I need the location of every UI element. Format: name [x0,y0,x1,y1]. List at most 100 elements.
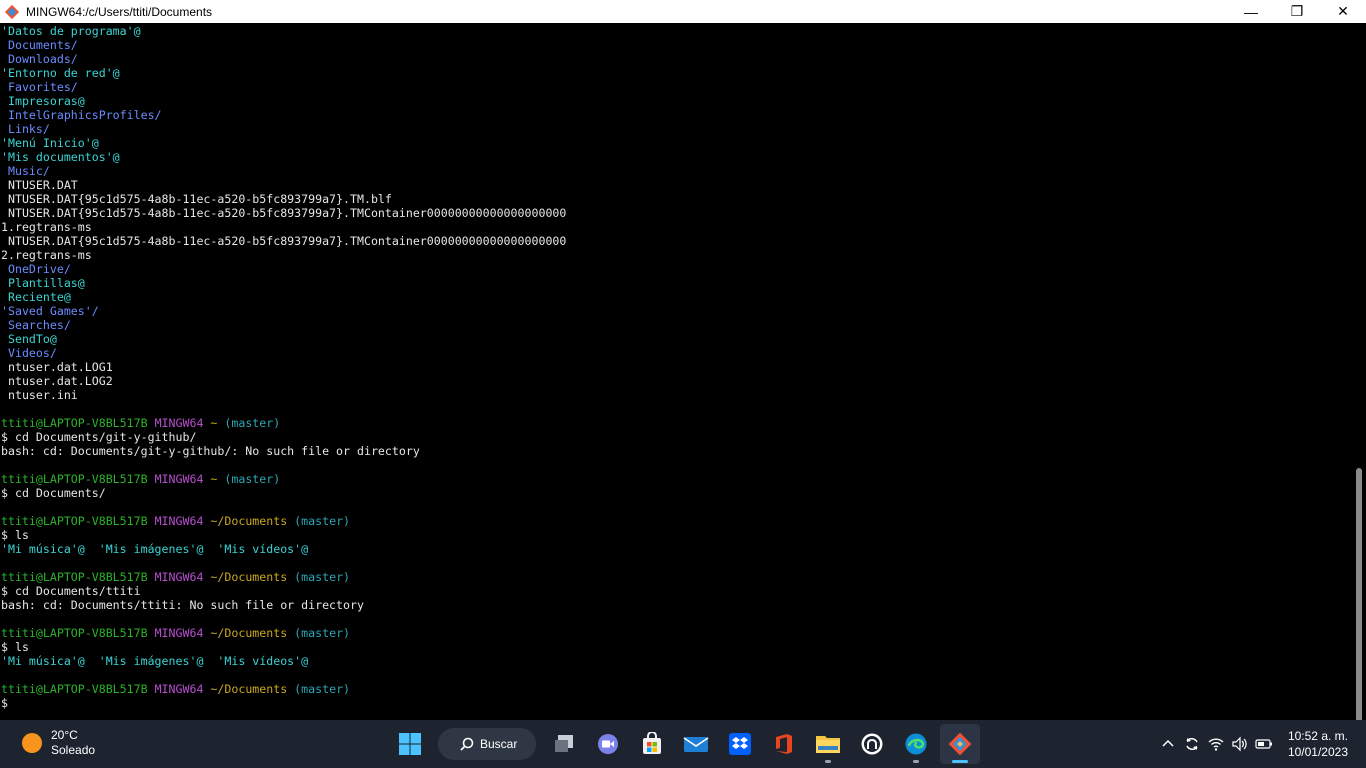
restore-icon: ❐ [1290,3,1304,19]
terminal-text-dir: OneDrive/ [1,262,71,276]
running-indicator [825,760,831,763]
terminal-output: 'Datos de programa'@ Documents/ Download… [1,24,566,710]
search-box[interactable]: Buscar [438,728,536,760]
terminal-area[interactable]: 'Datos de programa'@ Documents/ Download… [0,23,1366,720]
teams-chat-button[interactable] [588,724,628,764]
terminal-text-user: ttiti@LAPTOP-V8BL517B [1,682,148,696]
terminal-text-user: ttiti@LAPTOP-V8BL517B [1,416,148,430]
terminal-text-branch: (master) [287,626,351,640]
terminal-text-plain: ntuser.ini [1,388,78,402]
terminal-line: ttiti@LAPTOP-V8BL517B MINGW64 ~/Document… [1,570,566,584]
chevron-up-icon [1162,739,1174,747]
scrollbar-thumb[interactable] [1356,468,1362,726]
sun-icon [22,733,42,753]
office-button[interactable] [764,724,804,764]
terminal-text-path: ~ [203,472,218,486]
terminal-line: 'Mi música'@ 'Mis imágenes'@ 'Mis vídeos… [1,654,566,668]
terminal-text-plain: 1.regtrans-ms [1,220,92,234]
sync-tray-button[interactable] [1180,732,1204,756]
terminal-line: bash: cd: Documents/git-y-github/: No su… [1,444,566,458]
terminal-line: Favorites/ [1,80,566,94]
terminal-line: Links/ [1,122,566,136]
battery-icon [1255,739,1272,749]
edge-button[interactable] [896,724,936,764]
terminal-text-plain: $ ls [1,528,29,542]
terminal-text-plain: ntuser.dat.LOG2 [1,374,113,388]
terminal-text-link: 'Entorno de red'@ [1,66,120,80]
terminal-text-link: 'Mis documentos'@ [1,150,120,164]
terminal-line: $ ls [1,640,566,654]
weather-condition: Soleado [51,743,96,757]
minimize-button[interactable]: — [1228,0,1274,23]
office-icon [776,734,792,754]
terminal-scrollbar[interactable] [1352,23,1366,726]
git-bash-app-icon [4,4,20,19]
terminal-line: ntuser.ini [1,388,566,402]
weather-widget[interactable]: 20°C Soleado [22,728,95,758]
terminal-text-path: ~/Documents [203,514,288,528]
maximize-button[interactable]: ❐ [1274,0,1320,23]
terminal-line: Documents/ [1,38,566,52]
terminal-line: $ cd Documents/ttiti [1,584,566,598]
terminal-text-host: MINGW64 [147,570,204,584]
terminal-text-link: 'Mi música'@ 'Mis imágenes'@ 'Mis vídeos… [1,654,309,668]
terminal-line: Reciente@ [1,290,566,304]
wifi-button[interactable] [1204,732,1228,756]
running-indicator [913,760,919,763]
terminal-line: NTUSER.DAT [1,178,566,192]
terminal-line: ttiti@LAPTOP-V8BL517B MINGW64 ~ (master) [1,472,566,486]
store-button[interactable] [632,724,672,764]
git-icon [948,732,972,756]
folder-icon [816,736,840,753]
terminal-line: IntelGraphicsProfiles/ [1,108,566,122]
terminal-text-dir: IntelGraphicsProfiles/ [1,108,162,122]
windows-logo-icon [399,733,421,755]
start-button[interactable] [390,724,430,764]
task-view-button[interactable] [544,724,584,764]
terminal-line: $ cd Documents/ [1,486,566,500]
taskbar: 20°C Soleado Buscar 10:52 a. m. 10/01/20… [0,720,1366,768]
battery-button[interactable] [1252,732,1276,756]
terminal-line: $ [1,696,566,710]
terminal-text-dir: Music/ [1,164,50,178]
github-desktop-button[interactable] [852,724,892,764]
terminal-text-plain: bash: cd: Documents/ttiti: No such file … [1,598,364,612]
git-bash-button[interactable] [940,724,980,764]
terminal-text-link: 'Menú Inicio'@ [1,136,99,150]
dropbox-button[interactable] [720,724,760,764]
title-bar[interactable]: MINGW64:/c/Users/ttiti/Documents — ❐ ✕ [0,0,1366,23]
terminal-text-dir: Documents/ [1,38,78,52]
terminal-text-plain: 2.regtrans-ms [1,248,92,262]
show-hidden-icons-button[interactable] [1156,732,1180,756]
terminal-text-link: 'Datos de programa'@ [1,24,141,38]
terminal-text-plain: $ [1,696,8,710]
terminal-line: 2.regtrans-ms [1,248,566,262]
clock-time: 10:52 a. m. [1287,729,1348,743]
terminal-line: NTUSER.DAT{95c1d575-4a8b-11ec-a520-b5fc8… [1,234,566,248]
github-icon [861,733,883,755]
volume-button[interactable] [1228,732,1252,756]
terminal-line: 'Menú Inicio'@ [1,136,566,150]
terminal-text-dir: Videos/ [1,346,57,360]
terminal-text-user: ttiti@LAPTOP-V8BL517B [1,626,148,640]
terminal-line: $ cd Documents/git-y-github/ [1,430,566,444]
system-clock[interactable]: 10:52 a. m. 10/01/2023 [1288,728,1348,760]
terminal-text-plain: NTUSER.DAT [1,178,78,192]
search-icon [460,737,474,751]
terminal-text-dir: Searches/ [1,318,71,332]
terminal-line: Videos/ [1,346,566,360]
terminal-text-link: Plantillas@ [1,276,85,290]
terminal-line: ttiti@LAPTOP-V8BL517B MINGW64 ~/Document… [1,626,566,640]
dropbox-icon [729,733,751,755]
terminal-text-path: ~/Documents [203,570,288,584]
terminal-text-host: MINGW64 [147,514,204,528]
mail-button[interactable] [676,724,716,764]
terminal-line: Impresoras@ [1,94,566,108]
file-explorer-button[interactable] [808,724,848,764]
terminal-text-plain: ntuser.dat.LOG1 [1,360,113,374]
terminal-text-plain: NTUSER.DAT{95c1d575-4a8b-11ec-a520-b5fc8… [1,206,567,220]
close-button[interactable]: ✕ [1320,0,1366,23]
terminal-text-link: SendTo@ [1,332,57,346]
terminal-line: 'Saved Games'/ [1,304,566,318]
